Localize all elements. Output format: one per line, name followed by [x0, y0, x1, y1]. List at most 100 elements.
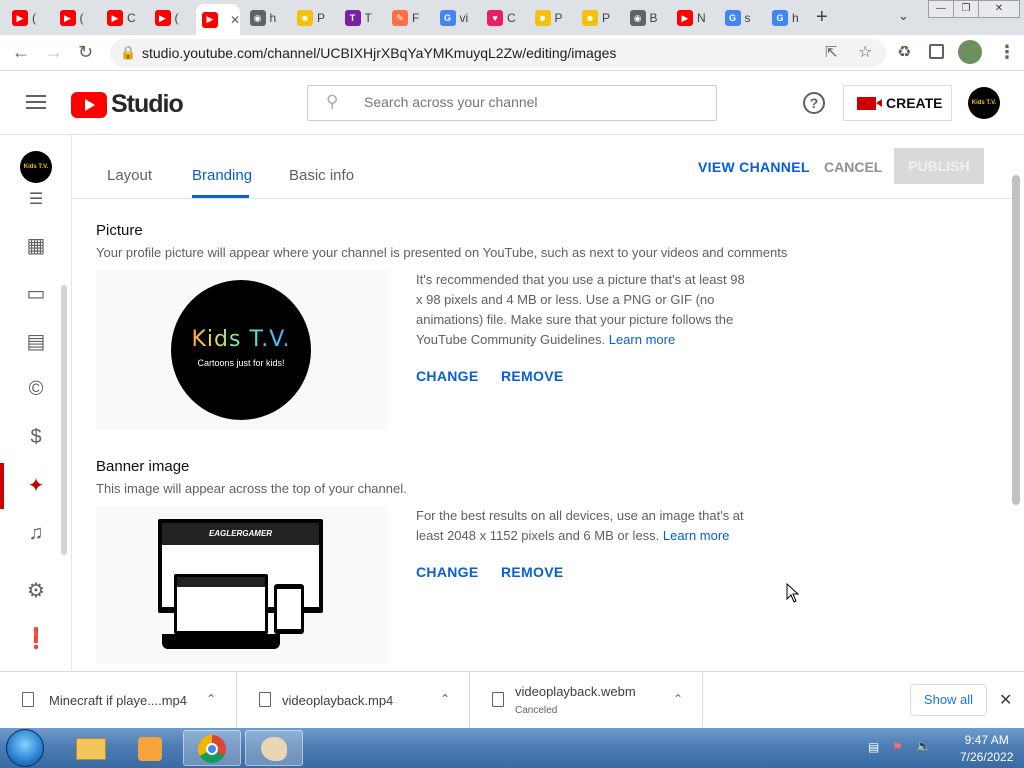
download-item[interactable]: videoplayback.mp4 ⌃: [237, 672, 470, 729]
show-all-downloads-button[interactable]: Show all: [910, 684, 987, 716]
banner-remove-button[interactable]: REMOVE: [501, 564, 563, 580]
back-arrow-icon[interactable]: ←: [12, 42, 30, 63]
browser-tab[interactable]: Gvi: [434, 6, 478, 30]
browser-tab-strip: ▶(▶(▶ C ▶(▶ ✕ ◉ h ☻ P T T ✎ F Gvi ♥ C ☻ P ☻ P ◉ B ▶ N Gs Gh + ⌄ …: [0, 0, 1024, 35]
minimize-window-button[interactable]: —: [928, 0, 954, 18]
browser-tab[interactable]: ▶ C: [101, 6, 145, 30]
close-tab-icon[interactable]: ✕: [230, 13, 240, 27]
picture-change-button[interactable]: CHANGE: [416, 368, 478, 384]
active-indicator: [0, 463, 4, 509]
browser-menu-icon[interactable]: ⋮: [998, 42, 1016, 63]
browser-tab-title: T: [364, 11, 372, 25]
close-window-button[interactable]: ✕: [978, 0, 1020, 18]
paint-taskbar-icon[interactable]: [245, 730, 303, 766]
side-panel-icon[interactable]: [929, 44, 944, 59]
restore-window-button[interactable]: ❐: [953, 0, 979, 18]
help-icon[interactable]: ?: [803, 92, 825, 114]
chevron-up-icon[interactable]: ⌃: [673, 692, 683, 706]
new-tab-button[interactable]: +: [816, 6, 828, 29]
main-scrollbar[interactable]: [1012, 175, 1020, 505]
clock-date: 7/26/2022: [960, 750, 1014, 764]
video-camera-icon: [857, 96, 882, 110]
start-button[interactable]: [6, 729, 44, 767]
download-item[interactable]: Minecraft if playe....mp4 ⌃: [0, 672, 237, 729]
picture-guidance: It's recommended that you use a picture …: [416, 270, 751, 350]
browser-tab[interactable]: ▶ N: [671, 6, 715, 30]
browser-tab[interactable]: ☻ P: [529, 6, 573, 30]
browser-tab[interactable]: ☻ P: [576, 6, 620, 30]
browser-tab[interactable]: ▶ ✕: [196, 4, 240, 35]
copyright-icon[interactable]: ©: [24, 377, 48, 401]
browser-tab[interactable]: ▶(: [54, 6, 98, 30]
comments-icon[interactable]: ▭: [24, 281, 48, 305]
volume-icon[interactable]: 🔈: [916, 739, 931, 753]
tab-search-chevron-icon[interactable]: ⌄: [898, 8, 909, 24]
reload-icon[interactable]: ↻: [78, 42, 93, 63]
browser-tab[interactable]: ▶(: [149, 6, 193, 30]
forward-arrow-icon[interactable]: →: [45, 42, 63, 63]
browser-tab[interactable]: ◉ B: [624, 6, 668, 30]
analytics-icon[interactable]: ▦: [24, 233, 48, 257]
feedback-icon[interactable]: ❗: [24, 626, 49, 650]
browser-tab[interactable]: ☻ P: [291, 6, 335, 30]
playlists-icon[interactable]: ☰: [24, 187, 48, 211]
browser-tab[interactable]: ♥ C: [481, 6, 525, 30]
search-input[interactable]: [364, 94, 694, 110]
view-channel-button[interactable]: VIEW CHANNEL: [698, 159, 810, 175]
picture-learn-more-link[interactable]: Learn more: [609, 332, 675, 347]
create-button[interactable]: CREATE: [843, 85, 952, 121]
channel-avatar[interactable]: Kids T.V.: [20, 151, 52, 183]
extensions-puzzle-icon[interactable]: ♻: [897, 42, 911, 62]
browser-tab-title: F: [412, 11, 420, 25]
cancel-button[interactable]: CANCEL: [824, 159, 882, 175]
picture-remove-button[interactable]: REMOVE: [501, 368, 563, 384]
profile-picture-title: Kids T.V.: [171, 327, 311, 352]
browser-tab[interactable]: ▶(: [6, 6, 50, 30]
hamburger-menu-icon[interactable]: [26, 95, 46, 113]
download-filename: videoplayback.webm: [515, 684, 636, 699]
account-avatar[interactable]: Kids T.V.: [968, 87, 1000, 119]
url-text[interactable]: studio.youtube.com/channel/UCBIXHjrXBqYa…: [142, 45, 616, 61]
chevron-up-icon[interactable]: ⌃: [440, 692, 450, 706]
search-box[interactable]: ⚲: [307, 85, 717, 121]
settings-gear-icon[interactable]: ⚙: [24, 578, 48, 602]
browser-tab[interactable]: ✎ F: [386, 6, 430, 30]
monetization-dollar-icon[interactable]: $: [24, 425, 48, 449]
address-bar[interactable]: 🔒 studio.youtube.com/channel/UCBIXHjrXBq…: [110, 39, 886, 67]
laptop-banner-strip: [177, 577, 265, 587]
network-icon[interactable]: ▤: [868, 740, 879, 754]
smiley-icon: ☻: [297, 10, 313, 26]
close-downloads-bar-icon[interactable]: ✕: [999, 690, 1012, 710]
banner-learn-more-link[interactable]: Learn more: [663, 528, 729, 543]
tab-branding[interactable]: Branding: [192, 167, 252, 184]
profile-avatar-icon[interactable]: [958, 40, 982, 64]
browser-tab[interactable]: Gh: [766, 6, 810, 30]
chrome-taskbar-icon[interactable]: [183, 730, 241, 766]
action-center-flag-icon[interactable]: ⚑: [892, 740, 903, 754]
sidebar-scrollbar[interactable]: [61, 285, 67, 555]
chevron-up-icon[interactable]: ⌃: [206, 692, 216, 706]
media-player-taskbar-icon[interactable]: [122, 730, 180, 766]
heart-icon: ♥: [487, 10, 503, 26]
browser-tab[interactable]: ◉ h: [244, 6, 288, 30]
lock-icon[interactable]: 🔒: [120, 45, 136, 61]
file-explorer-taskbar-icon[interactable]: [62, 730, 120, 766]
publish-button[interactable]: PUBLISH: [894, 148, 984, 184]
subtitles-icon[interactable]: ▤: [24, 329, 48, 353]
bookmark-star-icon[interactable]: ☆: [858, 42, 872, 62]
system-clock[interactable]: 9:47 AM 7/26/2022: [960, 732, 1013, 766]
laptop-base: [162, 634, 280, 649]
download-item[interactable]: videoplayback.webm Canceled ⌃: [470, 672, 703, 729]
share-icon[interactable]: ⇱: [825, 43, 838, 61]
clock-time: 9:47 AM: [964, 733, 1009, 747]
youtube-icon: ▶: [154, 10, 171, 26]
tab-layout[interactable]: Layout: [107, 167, 152, 184]
banner-change-button[interactable]: CHANGE: [416, 564, 478, 580]
browser-tab[interactable]: Gs: [719, 6, 763, 30]
customization-wand-icon[interactable]: ✦: [24, 473, 48, 497]
browser-tab[interactable]: TT: [339, 6, 383, 30]
tab-basic-info[interactable]: Basic info: [289, 167, 354, 184]
studio-logo[interactable]: Studio: [71, 90, 184, 119]
audio-library-icon[interactable]: ♫: [24, 521, 48, 545]
search-icon[interactable]: ⚲: [326, 92, 338, 112]
